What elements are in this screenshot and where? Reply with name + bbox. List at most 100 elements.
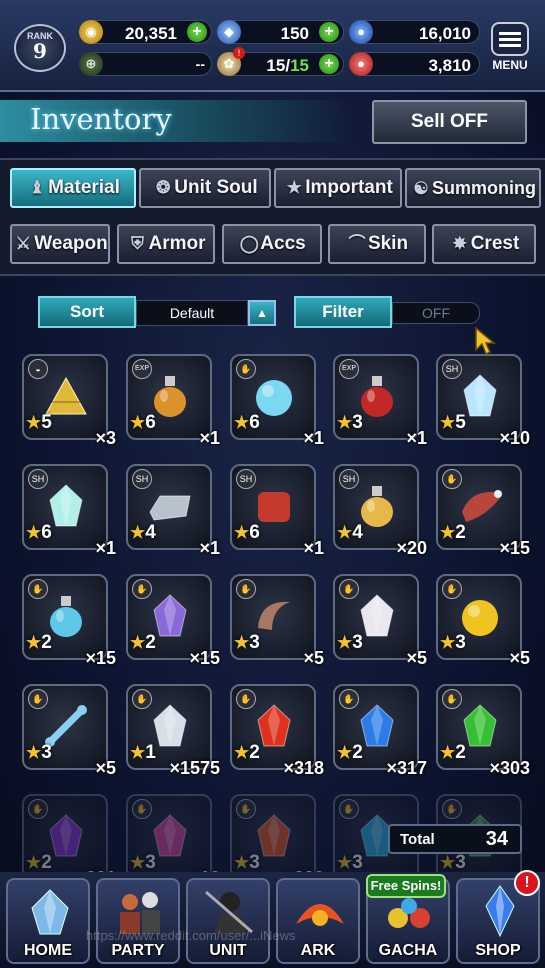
- item-quantity: ×5: [509, 648, 530, 668]
- inventory-item[interactable]: SH ★4 ×1: [126, 464, 220, 558]
- star-icon: ★: [26, 523, 42, 542]
- gil-value: 20,351: [125, 24, 177, 43]
- inventory-item[interactable]: SH ★6 ×1: [230, 464, 324, 558]
- rarity-stars: ★2: [440, 522, 466, 544]
- rarity-stars: ★3: [440, 632, 466, 654]
- inventory-item[interactable]: SH ★4 ×20: [333, 464, 427, 558]
- inventory-item[interactable]: ✋ ★1 ×1575: [126, 684, 220, 778]
- item-quantity: ×10: [499, 428, 530, 448]
- star-icon: ★: [234, 413, 250, 432]
- tab-crest[interactable]: ✸ Crest: [432, 224, 536, 264]
- rarity-value: 3: [352, 412, 363, 433]
- sort-value[interactable]: Default: [136, 300, 248, 326]
- inventory-item[interactable]: ✋ ★3 ×5: [230, 574, 324, 668]
- tab-material[interactable]: ♝ Material: [10, 168, 136, 208]
- inventory-item[interactable]: ✋★3×200: [230, 794, 324, 888]
- add-stamina-button[interactable]: +: [319, 54, 339, 74]
- inventory-item[interactable]: ✋ ★2 ×303: [436, 684, 530, 778]
- star-icon: ★: [337, 853, 353, 872]
- sell-off-button[interactable]: Sell OFF: [372, 100, 527, 144]
- inventory-item[interactable]: ◒ ★5 ×3: [22, 354, 116, 448]
- rank-badge[interactable]: RANK 9: [14, 24, 66, 72]
- inventory-item[interactable]: ✋ ★3 ×5: [436, 574, 530, 668]
- rarity-stars: ★2: [234, 742, 260, 764]
- rarity-value: 2: [455, 742, 466, 763]
- nav-home[interactable]: HOME: [6, 878, 90, 964]
- tab-accs[interactable]: ◯Accs: [222, 224, 322, 264]
- free-spins-badge[interactable]: Free Spins!: [366, 874, 446, 898]
- summoning-icon: ☯: [413, 179, 429, 198]
- sort-order-toggle[interactable]: ▲: [248, 300, 276, 326]
- rarity-value: 6: [145, 412, 156, 433]
- tab-unit-soul[interactable]: ❂ Unit Soul: [139, 168, 271, 208]
- nav-party[interactable]: PARTY: [96, 878, 180, 964]
- star-icon: ★: [26, 633, 42, 652]
- add-lapis-button[interactable]: +: [319, 22, 339, 42]
- inventory-item[interactable]: ✋ ★2 ×15: [126, 574, 220, 668]
- hamburger-icon: [491, 22, 529, 56]
- inventory-item[interactable]: SH ★6 ×1: [22, 464, 116, 558]
- tab-skin[interactable]: ⌒ Skin: [328, 224, 426, 264]
- rarity-value: 4: [352, 522, 363, 543]
- pvp-counter: ● 3,810: [349, 52, 480, 76]
- inventory-item[interactable]: ✋ ★2 ×318: [230, 684, 324, 778]
- star-icon: ★: [26, 853, 42, 872]
- add-gil-button[interactable]: +: [187, 22, 207, 42]
- star-icon: ★: [130, 633, 146, 652]
- nav-ark[interactable]: ARK: [276, 878, 360, 964]
- stamina-current: 15: [266, 56, 286, 75]
- filter-value[interactable]: OFF: [392, 302, 480, 324]
- inventory-item[interactable]: ✋ ★2 ×15: [22, 574, 116, 668]
- rarity-value: 6: [249, 522, 260, 543]
- lapis-crystal-icon: ◆: [217, 20, 241, 44]
- inventory-item[interactable]: ✋ ★6 ×1: [230, 354, 324, 448]
- total-label: Total: [400, 831, 435, 848]
- menu-button[interactable]: MENU: [488, 22, 532, 74]
- star-icon: ★: [130, 413, 146, 432]
- tab-label: Accs: [260, 233, 306, 254]
- star-icon: ★: [26, 743, 42, 762]
- rarity-stars: ★5: [26, 412, 52, 434]
- star-icon: ★: [234, 853, 250, 872]
- inventory-item[interactable]: ✋★2×301: [22, 794, 116, 888]
- item-quantity: ×3: [95, 428, 116, 448]
- inventory-item[interactable]: ✋ ★2 ×15: [436, 464, 530, 558]
- total-counter: Total 34: [388, 824, 522, 854]
- tab-armor[interactable]: ⛨ Armor: [117, 224, 215, 264]
- rarity-value: 3: [455, 632, 466, 653]
- inventory-item[interactable]: ✋ ★3 ×5: [22, 684, 116, 778]
- filter-button[interactable]: Filter: [294, 296, 392, 328]
- rarity-value: 3: [145, 852, 156, 873]
- material-bag-icon: ♝: [29, 178, 45, 197]
- item-quantity: ×5: [406, 648, 427, 668]
- tab-important[interactable]: ★ Important: [274, 168, 402, 208]
- inventory-item[interactable]: EXP ★3 ×1: [333, 354, 427, 448]
- gil-coin-icon: ◉: [79, 20, 103, 44]
- tab-label: Important: [305, 177, 393, 198]
- star-icon: ★: [286, 178, 302, 197]
- crest-icon: ✸: [452, 234, 467, 253]
- rarity-stars: ★1: [130, 742, 156, 764]
- inventory-item[interactable]: SH ★5 ×10: [436, 354, 530, 448]
- rarity-stars: ★3: [337, 412, 363, 434]
- star-icon: ★: [440, 853, 456, 872]
- star-icon: ★: [337, 743, 353, 762]
- item-quantity: ×15: [499, 538, 530, 558]
- notification-badge: !: [514, 870, 540, 896]
- rarity-value: 2: [352, 742, 363, 763]
- tab-weapon[interactable]: ⚔ Weapon: [10, 224, 110, 264]
- inventory-item[interactable]: ✋ ★3 ×5: [333, 574, 427, 668]
- nav-unit[interactable]: UNIT: [186, 878, 270, 964]
- inventory-item[interactable]: ✋★3×10: [126, 794, 220, 888]
- inventory-item[interactable]: ✋ ★2 ×317: [333, 684, 427, 778]
- rarity-stars: ★5: [440, 412, 466, 434]
- star-icon: ★: [130, 853, 146, 872]
- rarity-value: 3: [249, 632, 260, 653]
- nav-label: PARTY: [111, 942, 165, 959]
- nav-label: ARK: [300, 942, 336, 959]
- sort-button[interactable]: Sort: [38, 296, 136, 328]
- tab-summoning[interactable]: ☯ Summoning: [405, 168, 541, 208]
- inventory-item[interactable]: EXP ★6 ×1: [126, 354, 220, 448]
- rarity-value: 1: [145, 742, 156, 763]
- rarity-value: 3: [41, 742, 52, 763]
